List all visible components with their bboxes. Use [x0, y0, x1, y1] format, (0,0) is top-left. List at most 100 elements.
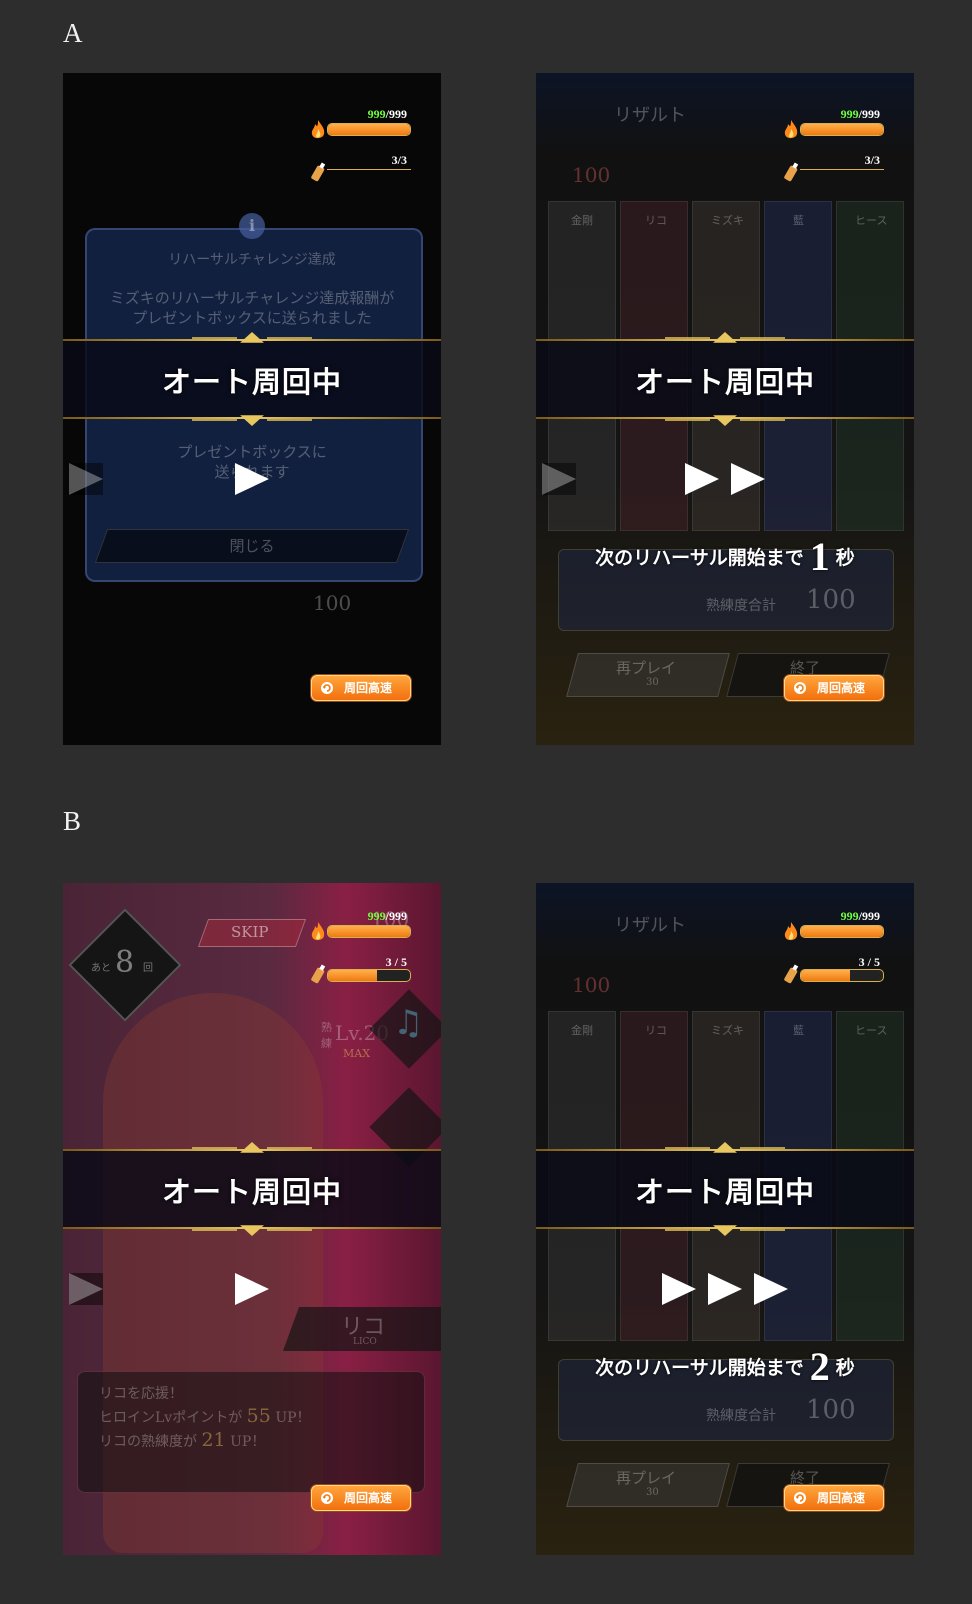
progress-arrows [536, 463, 914, 497]
music-note-icon: ♫ [393, 1003, 424, 1043]
result-score: 100 [572, 973, 611, 997]
flame-icon [784, 120, 798, 139]
character-name: 藍 [793, 214, 804, 227]
auto-loop-text: オート周回中 [634, 365, 815, 399]
character-name: ミズキ [711, 214, 744, 227]
item-gauge [800, 169, 884, 170]
total-value: 100 [806, 585, 856, 615]
loop-speed-button[interactable]: 周回高速 [784, 1485, 884, 1511]
message-line2: ヒロインLvポイントが 55 UP！ [99, 1405, 311, 1427]
stamina-text: 999/999 [841, 909, 880, 924]
auto-loop-text: オート周回中 [161, 1175, 342, 1209]
stamina-max: /999 [858, 909, 880, 923]
auto-loop-text: オート周回中 [634, 1175, 815, 1209]
stamina-text: 999/999 [368, 107, 407, 122]
stamina-max: /999 [858, 107, 880, 121]
replay-label: 再プレイ [616, 659, 677, 677]
result-title: リザルト [614, 105, 686, 126]
drink-item-icon [311, 964, 326, 984]
stamina-gauge [800, 925, 884, 938]
stamina-current: 999 [367, 107, 386, 121]
progress-arrows [63, 463, 441, 497]
character-name: リコ [645, 214, 667, 227]
stamina-max: /999 [385, 107, 407, 121]
auto-loop-banner: オート周回中 [536, 332, 914, 426]
stamina-gauge [800, 123, 884, 136]
message-line3-post: UP！ [230, 1434, 266, 1450]
auto-loop-banner: オート周回中 [63, 332, 441, 426]
screen-b-left: あと 8 回 SKIP 100 熟練 Lv.20 MAX ♫ リコ LICO リ… [63, 883, 441, 1555]
drink-item-icon [784, 964, 799, 984]
refresh-icon [794, 1492, 806, 1504]
play-arrow-icon [69, 463, 103, 495]
skill-max: MAX [343, 1047, 371, 1060]
message-line2-pre: ヒロインLvポイントが [99, 1410, 243, 1426]
message-line2-num: 55 [246, 1405, 271, 1427]
play-arrow-icon [754, 1273, 788, 1305]
next-start-countdown: 次のリハーサル開始まで 2 秒 [536, 1343, 914, 1390]
replay-label: 再プレイ [616, 1469, 677, 1487]
stamina-text: 999/999 [841, 107, 880, 122]
countdown-prefix: 次のリハーサル開始まで [595, 547, 804, 569]
item-gauge [800, 969, 884, 982]
character-name: 藍 [793, 1024, 804, 1037]
character-name: ヒース [855, 214, 888, 227]
item-count: 3 / 5 [385, 955, 407, 969]
character-name: 金剛 [571, 1024, 593, 1037]
stamina-gauge [327, 925, 411, 938]
dialog-message-line1: ミズキのリハーサルチャレンジ達成報酬が [109, 289, 395, 307]
flame-icon [311, 120, 325, 139]
progress-arrows [536, 1273, 914, 1307]
drink-item-icon [311, 162, 326, 182]
remaining-suffix: 回 [143, 963, 153, 974]
screen-a-right: リザルト 100 金剛 リコ ミズキ 藍 ヒース 熟練度合計 100 再プレイ … [536, 73, 914, 745]
item-count: 3/3 [391, 153, 407, 167]
remaining-count: 8 [115, 945, 135, 980]
countdown-number: 1 [809, 534, 830, 579]
play-arrow-icon [235, 1273, 269, 1305]
auto-loop-banner: オート周回中 [536, 1142, 914, 1236]
hud: 999/999 3 / 5 [311, 909, 411, 999]
stamina-gauge [327, 123, 411, 136]
result-title: リザルト [614, 915, 686, 936]
character-name-en: LICO [353, 1337, 377, 1347]
auto-loop-text: オート周回中 [161, 365, 342, 399]
message-line3-pre: リコの熟練度が [99, 1434, 197, 1450]
character-name: リコ [645, 1024, 667, 1037]
loop-speed-button[interactable]: 周回高速 [311, 675, 411, 701]
message-line2-post: UP！ [275, 1410, 311, 1426]
auto-loop-banner: オート周回中 [63, 1142, 441, 1236]
screen-a-left: i リハーサルチャレンジ達成 ミズキのリハーサルチャレンジ達成報酬が プレゼント… [63, 73, 441, 745]
item-count: 3 / 5 [858, 955, 880, 969]
message-line3-num: 21 [201, 1429, 226, 1451]
character-name: 金剛 [571, 214, 593, 227]
hud: 999/999 3/3 [784, 107, 884, 197]
stamina-current: 999 [840, 107, 859, 121]
stamina-current: 999 [840, 909, 859, 923]
character-name: ヒース [855, 1024, 888, 1037]
loop-speed-button[interactable]: 周回高速 [784, 675, 884, 701]
play-arrow-icon [731, 463, 765, 495]
message-line3: リコの熟練度が 21 UP！ [99, 1429, 265, 1451]
dialog-info-icon: i [239, 213, 265, 239]
loop-speed-label: 周回高速 [344, 681, 393, 695]
replay-cost: 30 [646, 677, 659, 688]
dialog-title: リハーサルチャレンジ達成 [168, 252, 336, 268]
dialog-close-label: 閉じる [229, 537, 275, 555]
loop-speed-label: 周回高速 [344, 1491, 393, 1505]
remaining-prefix: あと [91, 963, 111, 974]
item-gauge [327, 969, 411, 982]
hud: 999/999 3 / 5 [784, 909, 884, 999]
countdown-suffix: 秒 [835, 1357, 855, 1379]
dialog-message-line2: プレゼントボックスに送られました [132, 309, 372, 327]
result-score: 100 [572, 163, 611, 187]
dialog-note-line1: プレゼントボックスに [177, 443, 327, 461]
total-label: 熟練度合計 [706, 1408, 776, 1424]
loop-speed-button[interactable]: 周回高速 [311, 1485, 411, 1511]
flame-icon [784, 922, 798, 941]
section-label-a: A [63, 18, 83, 48]
item-gauge [327, 169, 411, 170]
refresh-icon [321, 1492, 333, 1504]
skip-label: SKIP [231, 923, 269, 941]
loop-speed-label: 周回高速 [817, 681, 866, 695]
